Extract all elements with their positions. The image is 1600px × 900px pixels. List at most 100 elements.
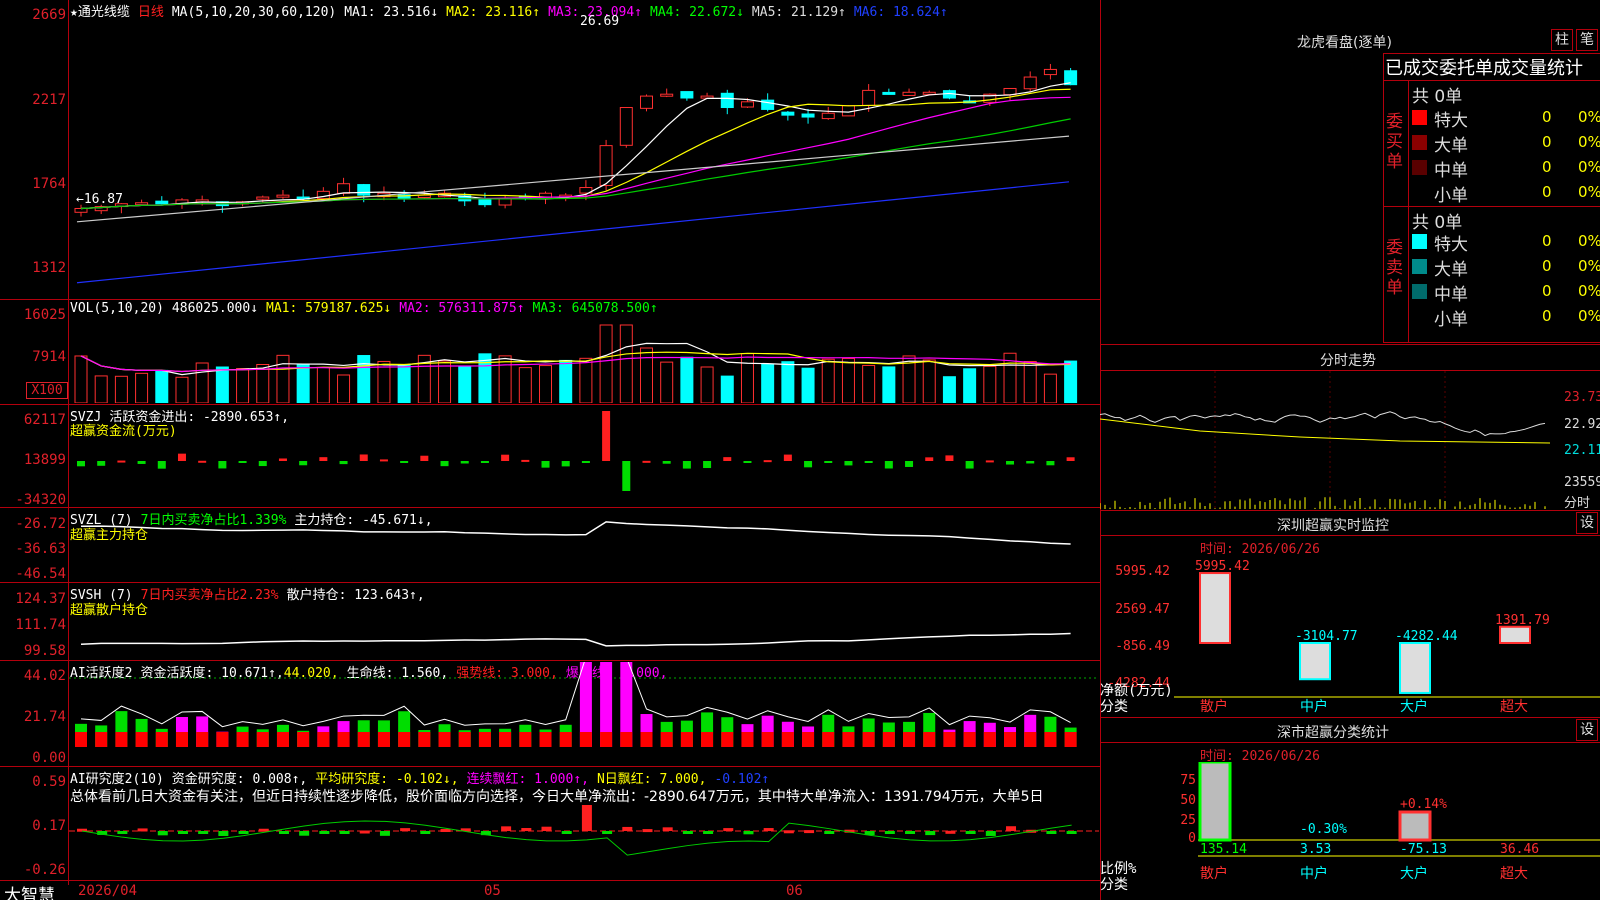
research-bar	[339, 831, 350, 834]
research-bar	[1006, 826, 1017, 831]
sz-monitor-settings-button[interactable]: 设	[1576, 512, 1598, 534]
activity-base	[478, 732, 491, 747]
intraday-chart[interactable]	[1100, 371, 1560, 509]
flow-bar	[157, 461, 166, 469]
candle-body	[1043, 68, 1057, 76]
flow-bar	[925, 457, 934, 461]
research-bar	[965, 831, 976, 834]
ai2-cont: 连续飘红: 1.000↑,	[466, 772, 589, 787]
flow-bar	[541, 461, 550, 468]
activity-base	[761, 732, 774, 747]
intraday-axis-tick: 22.92	[1564, 417, 1600, 432]
volume-bar	[498, 355, 512, 403]
candle-body	[801, 113, 815, 118]
activity-base	[1044, 732, 1057, 747]
vol-unit-badge[interactable]: X100	[26, 382, 68, 399]
volume-bar	[155, 369, 169, 403]
research-bar	[703, 831, 714, 834]
sz-stats-axis-tick: 25	[1180, 813, 1196, 828]
volume-bar	[195, 362, 209, 403]
column-mode-button[interactable]: 柱	[1551, 29, 1573, 51]
candle-body	[740, 101, 754, 108]
flow-bar	[1006, 461, 1015, 465]
research-bar	[642, 829, 653, 833]
activity-base	[398, 732, 411, 747]
volume-bar	[357, 355, 371, 403]
activity-base	[519, 732, 532, 747]
sz-monitor-title: 深圳超赢实时监控	[1277, 518, 1389, 534]
candle-body	[1023, 76, 1037, 90]
vol-header: VOL(5,10,20) 486025.000↓ MA1: 579187.625↓ M…	[70, 301, 658, 316]
svsh-axis-tick: 111.74	[15, 617, 66, 633]
sz-stats-chart: 75 50 25 0 -0.30% +0.14% 135.14 散户 3.53 中户 -75.13 大…	[1180, 762, 1600, 882]
order-size-label: 中单	[1434, 161, 1468, 181]
research-bar	[137, 828, 148, 832]
tick-mode-button[interactable]: 笔	[1576, 29, 1598, 51]
activity-base	[600, 732, 613, 747]
price-axis-tick: 1312	[32, 260, 66, 276]
activity-base	[620, 732, 633, 747]
research-bar	[501, 826, 512, 831]
flow-bar	[844, 461, 853, 466]
price-axis-tick: 1764	[32, 176, 66, 192]
ai2-axis-tick: 0.17	[32, 818, 66, 834]
flow-bar	[400, 461, 409, 463]
volume-bar	[720, 375, 734, 403]
svsh-axis-tick: 124.37	[15, 591, 66, 607]
flow-bar	[359, 454, 368, 461]
research-bar	[379, 831, 390, 836]
activity-base	[175, 732, 188, 747]
sz-monitor-bar	[1199, 572, 1231, 644]
ma4-line	[80, 118, 1071, 210]
volume-bar	[74, 355, 88, 403]
volume-bar	[135, 372, 149, 403]
candle-body	[680, 91, 694, 99]
sz-stats-value: 36.46	[1500, 842, 1539, 857]
flow-bar	[117, 460, 126, 463]
flow-bar	[319, 457, 328, 461]
flow-bar	[824, 461, 833, 463]
research-bar	[177, 831, 188, 834]
vol-ma2: MA2: 576311.875↑	[399, 301, 525, 316]
research-bar	[541, 826, 552, 831]
ai1-axis-tick: 0.00	[32, 750, 66, 766]
volume-bar	[1023, 361, 1037, 403]
research-bar	[905, 831, 916, 834]
candle-body	[720, 92, 734, 109]
candle-body	[337, 183, 351, 194]
flow-bar	[198, 460, 207, 463]
sz-monitor-bar	[1399, 642, 1431, 694]
research-bar	[420, 831, 431, 834]
vol-value: 486025.000↓	[171, 301, 259, 316]
flow-bar	[602, 411, 611, 461]
activity-base	[216, 732, 229, 747]
activity-base	[963, 732, 976, 747]
intraday-axis-tick: 23.73	[1564, 390, 1600, 405]
sz-stats-value: 3.53	[1300, 842, 1331, 857]
candlestick-chart[interactable]	[69, 18, 1099, 298]
volume-bar	[862, 364, 876, 403]
research-bar	[319, 831, 330, 834]
volume-bar	[316, 366, 330, 403]
volume-bar	[397, 365, 411, 403]
sz-stats-settings-button[interactable]: 设	[1576, 719, 1598, 741]
ai-research-chart	[69, 805, 1099, 856]
activity-base	[115, 732, 128, 747]
activity-base	[1024, 732, 1037, 747]
volume-bar	[801, 367, 815, 403]
flow-bar	[339, 461, 348, 465]
research-bar	[299, 831, 310, 836]
sz-monitor-category: 散户	[1200, 698, 1228, 715]
order-pct: 0%	[1578, 158, 1600, 176]
research-bar	[117, 831, 128, 834]
candle-body	[902, 91, 916, 96]
intraday-axis-tick: 分时	[1564, 496, 1591, 511]
order-size-label: 大单	[1434, 260, 1468, 280]
activity-base	[862, 732, 875, 747]
volume-bar	[236, 368, 250, 403]
sz-monitor-bar	[1299, 642, 1331, 681]
flow-bar	[177, 453, 186, 461]
activity-base	[377, 732, 390, 747]
order-pct: 0%	[1578, 257, 1600, 275]
order-size-label: 特大	[1434, 111, 1468, 131]
